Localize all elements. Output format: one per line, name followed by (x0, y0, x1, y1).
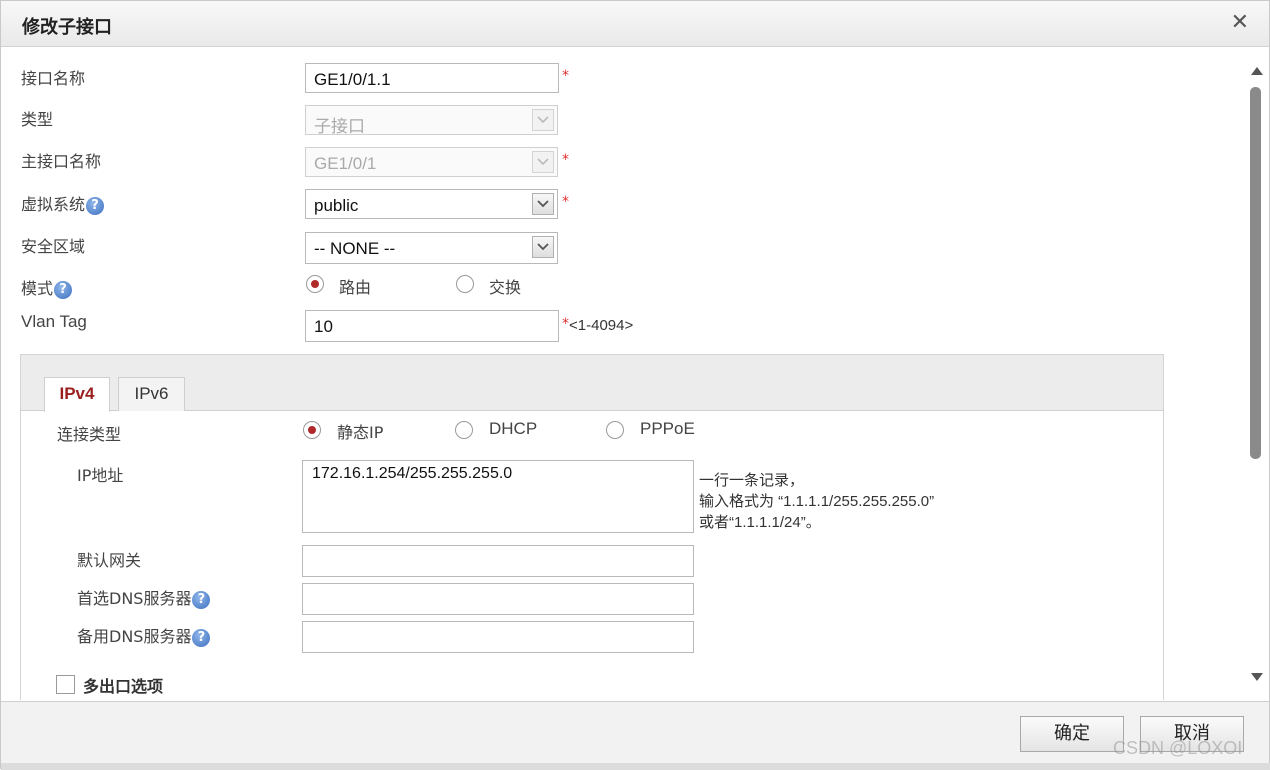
secondary-dns-input[interactable] (302, 621, 694, 653)
interface-name-label: 接口名称 (21, 69, 86, 88)
help-icon[interactable]: ? (86, 196, 105, 215)
tab-strip: IPv4 IPv6 (21, 355, 1163, 412)
default-gateway-input[interactable] (302, 545, 694, 577)
scrollbar-thumb[interactable] (1250, 87, 1261, 459)
mode-switch-radio[interactable] (456, 275, 474, 293)
ip-address-textarea[interactable]: 172.16.1.254/255.255.255.0 (302, 460, 694, 533)
type-select-value: 子接口 (314, 117, 365, 135)
dialog-footer: 确定 取消 (1, 701, 1269, 764)
pppoe-radio[interactable] (606, 421, 624, 439)
help-icon[interactable]: ? (192, 628, 211, 647)
dhcp-radio[interactable] (455, 421, 473, 439)
pppoe-label: PPPoE (640, 419, 695, 438)
vlan-tag-input[interactable]: 10 (305, 310, 559, 342)
chevron-down-icon[interactable] (532, 193, 554, 215)
watermark: CSDN @LOXOI (1113, 738, 1243, 758)
virtual-system-select[interactable]: public (305, 189, 558, 219)
virtual-system-value: public (314, 196, 359, 215)
required-mark: * (562, 68, 569, 84)
virtual-system-label: 虚拟系统? (21, 191, 105, 215)
dialog-titlebar: 修改子接口 ✕ (1, 1, 1269, 47)
static-ip-label: 静态IP (337, 423, 384, 442)
main-interface-value: GE1/0/1 (314, 154, 377, 173)
mode-switch-label: 交换 (489, 278, 522, 297)
primary-dns-label: 首选DNS服务器? (77, 585, 211, 609)
ok-button[interactable]: 确定 (1020, 716, 1124, 752)
scroll-down-arrow-icon[interactable] (1251, 673, 1263, 681)
vlan-range-hint: <1-4094> (569, 317, 634, 334)
vlan-tag-label: Vlan Tag (21, 312, 87, 331)
primary-dns-input[interactable] (302, 583, 694, 615)
mode-label: 模式? (21, 275, 73, 299)
multi-exit-label: 多出口选项 (83, 677, 164, 696)
mode-route-radio[interactable] (306, 275, 324, 293)
security-zone-select[interactable]: -- NONE -- (305, 232, 558, 264)
security-zone-label: 安全区域 (21, 237, 86, 256)
close-icon[interactable]: ✕ (1231, 10, 1249, 35)
dhcp-label: DHCP (489, 419, 538, 438)
ip-address-hint: 一行一条记录， 输入格式为 “1.1.1.1/255.255.255.0” 或者… (699, 472, 935, 531)
help-icon[interactable]: ? (192, 590, 211, 609)
chevron-down-icon[interactable] (532, 236, 554, 258)
chevron-down-icon (532, 109, 554, 131)
dialog-content: 接口名称 GE1/0/1.1 * 类型 子接口 主接口名称 GE1/0/1 * … (5, 48, 1245, 700)
required-mark: * (562, 152, 569, 168)
ip-address-label: IP地址 (77, 466, 124, 485)
chevron-down-icon (532, 151, 554, 173)
static-ip-radio[interactable] (303, 421, 321, 439)
connection-type-label: 连接类型 (57, 425, 122, 444)
multi-exit-checkbox[interactable] (56, 675, 75, 694)
type-label: 类型 (21, 110, 54, 129)
edit-subinterface-dialog: 修改子接口 ✕ 接口名称 GE1/0/1.1 * 类型 子接口 主接口名称 GE… (0, 0, 1270, 770)
type-select: 子接口 (305, 105, 558, 135)
interface-name-input[interactable]: GE1/0/1.1 (305, 63, 559, 93)
main-interface-select: GE1/0/1 (305, 147, 558, 177)
dialog-title: 修改子接口 (22, 17, 112, 38)
required-mark: * (562, 316, 569, 332)
main-interface-label: 主接口名称 (21, 152, 102, 171)
security-zone-value: -- NONE -- (314, 239, 396, 258)
scroll-up-arrow-icon[interactable] (1251, 67, 1263, 75)
mode-route-label: 路由 (339, 278, 372, 297)
default-gateway-label: 默认网关 (77, 551, 142, 570)
ip-settings-panel: IPv4 IPv6 连接类型 静态IP DHCP PPPoE IP地址 172.… (20, 354, 1164, 700)
help-icon[interactable]: ? (54, 280, 73, 299)
secondary-dns-label: 备用DNS服务器? (77, 623, 211, 647)
vertical-scrollbar[interactable] (1245, 57, 1269, 690)
required-mark: * (562, 194, 569, 210)
tab-ipv6[interactable]: IPv6 (118, 377, 185, 411)
tab-ipv4[interactable]: IPv4 (44, 377, 110, 412)
